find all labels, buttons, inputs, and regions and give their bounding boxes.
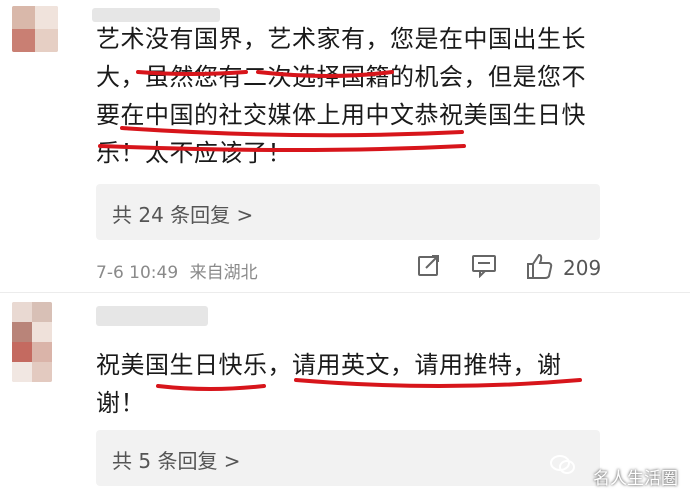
comment-line: 大，虽然您有二次选择国籍的机会，但是您不 bbox=[96, 63, 586, 91]
comment-line: 祝美国生日快乐，请用英文，请用推特，谢 bbox=[96, 351, 562, 379]
comment-line: 乐！太不应该了！ bbox=[96, 139, 292, 167]
avatar[interactable] bbox=[12, 302, 52, 382]
comment-location: 来自湖北 bbox=[189, 263, 258, 283]
wechat-icon bbox=[550, 454, 576, 480]
comment-text: 祝美国生日快乐，请用英文，请用推特，谢 谢！ bbox=[96, 346, 656, 422]
view-replies-button[interactable]: 共 5 条回复 > bbox=[96, 430, 600, 486]
comment-icon[interactable] bbox=[470, 252, 498, 278]
comment-line: 谢！ bbox=[96, 389, 145, 417]
replies-count: 共 5 条回复 > bbox=[112, 449, 241, 473]
avatar[interactable] bbox=[12, 6, 58, 52]
divider bbox=[0, 292, 690, 293]
watermark: 名人生活圈 bbox=[593, 469, 678, 489]
replies-count: 共 24 条回复 > bbox=[112, 203, 254, 227]
share-icon[interactable] bbox=[416, 252, 442, 278]
like-count: 209 bbox=[563, 256, 602, 280]
comment-text: 艺术没有国界，艺术家有，您是在中国出生长 大，虽然您有二次选择国籍的机会，但是您… bbox=[96, 20, 656, 172]
comment-meta: 7-6 10:49 来自湖北 bbox=[96, 258, 258, 283]
comment-time: 7-6 10:49 bbox=[96, 263, 179, 283]
view-replies-button[interactable]: 共 24 条回复 > bbox=[96, 184, 600, 240]
comment-line: 要在中国的社交媒体上用中文恭祝美国生日快 bbox=[96, 101, 586, 129]
like-icon[interactable] bbox=[524, 252, 554, 280]
comment-line: 艺术没有国界，艺术家有，您是在中国出生长 bbox=[96, 25, 586, 53]
username-blurred bbox=[96, 306, 208, 326]
